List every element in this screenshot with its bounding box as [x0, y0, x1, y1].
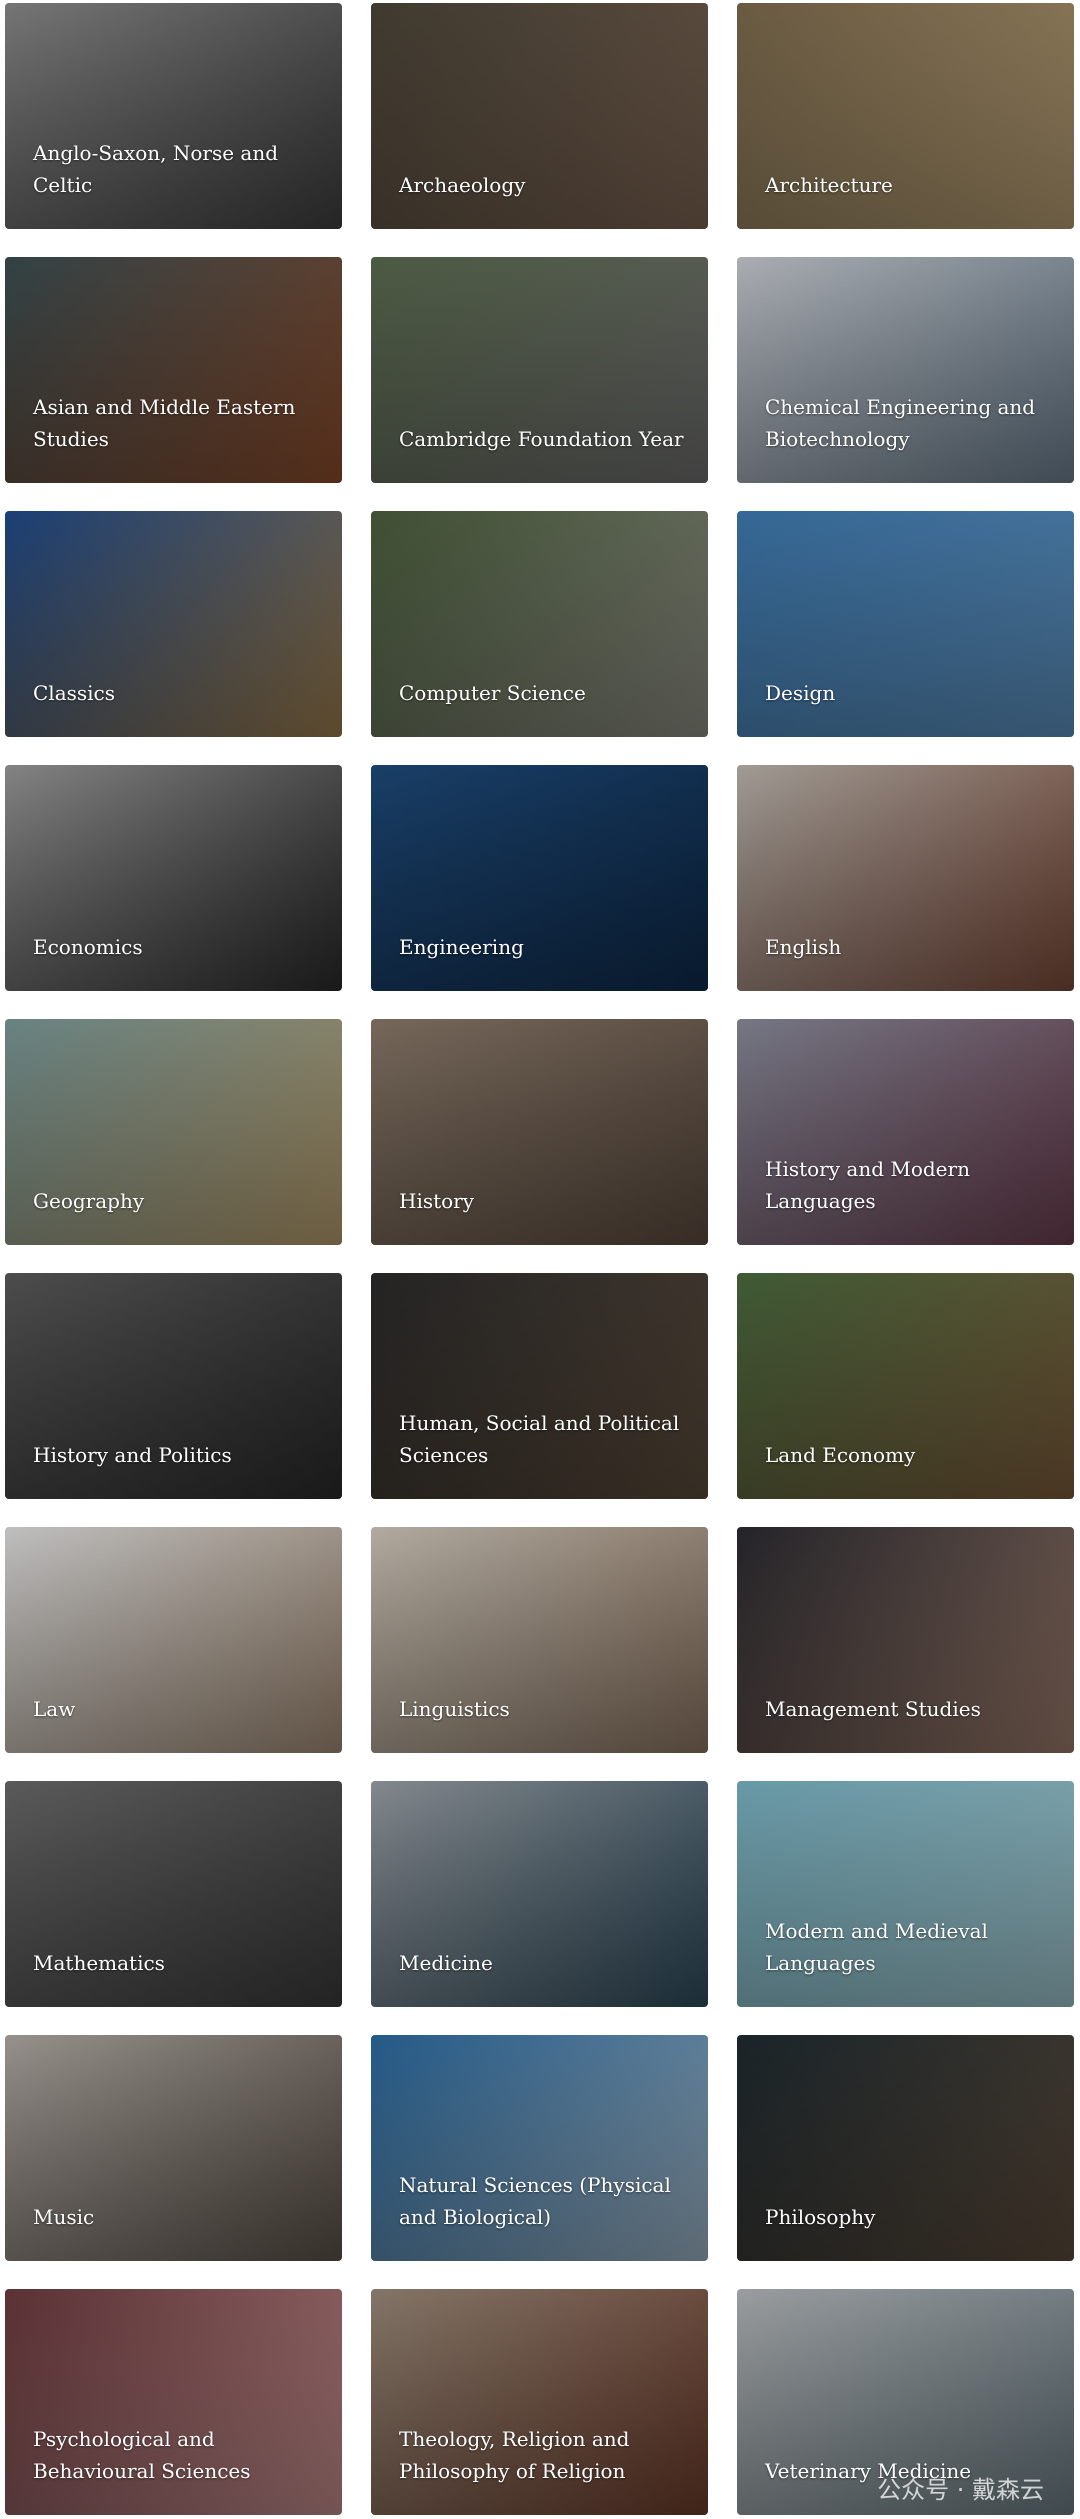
subject-tile[interactable]: Archaeology	[371, 3, 708, 229]
subject-label: Economics	[33, 935, 143, 959]
subject-tile[interactable]: Law	[5, 1527, 342, 1753]
subject-label: Law	[33, 1697, 76, 1721]
subject-tile[interactable]: History and Politics	[5, 1273, 342, 1499]
subject-tile[interactable]: Psychological and Behavioural Sciences	[5, 2289, 342, 2515]
subject-label: Modern and Medieval Languages	[765, 1919, 988, 1975]
subject-label: Theology, Religion and Philosophy of Rel…	[399, 2427, 630, 2483]
subject-label: Cambridge Foundation Year	[399, 427, 684, 451]
subject-tile[interactable]: Geography	[5, 1019, 342, 1245]
subject-tile[interactable]: Medicine	[371, 1781, 708, 2007]
watermark: 公众号 · 戴森云	[877, 2476, 1044, 2504]
subject-label: Music	[33, 2205, 95, 2229]
subject-tile[interactable]: Modern and Medieval Languages	[737, 1781, 1074, 2007]
subject-label: Philosophy	[765, 2205, 876, 2229]
subject-label: Mathematics	[33, 1951, 165, 1975]
subject-label: Chemical Engineering and Biotechnology	[765, 395, 1036, 451]
subject-label: Natural Sciences (Physical and Biologica…	[399, 2173, 671, 2229]
subject-tile[interactable]: Classics	[5, 511, 342, 737]
subject-tile[interactable]: History	[371, 1019, 708, 1245]
subject-tile[interactable]: Design	[737, 511, 1074, 737]
subject-label: Computer Science	[399, 681, 586, 705]
subject-label: Human, Social and Political Sciences	[399, 1411, 680, 1467]
subject-label: Psychological and Behavioural Sciences	[33, 2427, 251, 2483]
subject-tile[interactable]: Chemical Engineering and Biotechnology	[737, 257, 1074, 483]
subject-tile[interactable]: Human, Social and Political Sciences	[371, 1273, 708, 1499]
subject-label: Management Studies	[765, 1697, 981, 1721]
subject-tile[interactable]: Anglo-Saxon, Norse and Celtic	[5, 3, 342, 229]
subject-tile[interactable]: Natural Sciences (Physical and Biologica…	[371, 2035, 708, 2261]
subject-tile[interactable]: Cambridge Foundation Year	[371, 257, 708, 483]
subject-label: Architecture	[765, 173, 893, 197]
subject-label: Archaeology	[399, 173, 526, 197]
subject-tile[interactable]: Mathematics	[5, 1781, 342, 2007]
subject-label: Land Economy	[765, 1443, 916, 1467]
subject-tile[interactable]: Management Studies	[737, 1527, 1074, 1753]
subject-label: Asian and Middle Eastern Studies	[33, 395, 296, 451]
subject-label: Design	[765, 681, 836, 705]
subject-tile[interactable]: English	[737, 765, 1074, 991]
subject-tile[interactable]: Philosophy	[737, 2035, 1074, 2261]
subject-label: English	[765, 935, 842, 959]
subject-tile[interactable]: Asian and Middle Eastern Studies	[5, 257, 342, 483]
subject-label: History and Modern Languages	[765, 1157, 970, 1213]
subject-label: History	[399, 1189, 475, 1213]
subject-label: Anglo-Saxon, Norse and Celtic	[33, 141, 279, 197]
subject-label: Classics	[33, 681, 116, 705]
subject-label: Engineering	[399, 935, 524, 959]
subject-tile[interactable]: History and Modern Languages	[737, 1019, 1074, 1245]
subject-tile[interactable]: Computer Science	[371, 511, 708, 737]
subject-tile[interactable]: Economics	[5, 765, 342, 991]
subject-tile[interactable]: Linguistics	[371, 1527, 708, 1753]
subject-tile[interactable]: Land Economy	[737, 1273, 1074, 1499]
subject-tile[interactable]: Music	[5, 2035, 342, 2261]
subject-tile[interactable]: Theology, Religion and Philosophy of Rel…	[371, 2289, 708, 2515]
subject-label: Linguistics	[399, 1697, 510, 1721]
subject-label: Geography	[33, 1189, 145, 1213]
subject-tile[interactable]: Engineering	[371, 765, 708, 991]
subject-label: History and Politics	[33, 1443, 232, 1467]
subject-label: Medicine	[399, 1951, 493, 1975]
subject-grid: Anglo-Saxon, Norse and Celtic Archaeology…	[5, 3, 1074, 2515]
subject-tile[interactable]: Architecture	[737, 3, 1074, 229]
